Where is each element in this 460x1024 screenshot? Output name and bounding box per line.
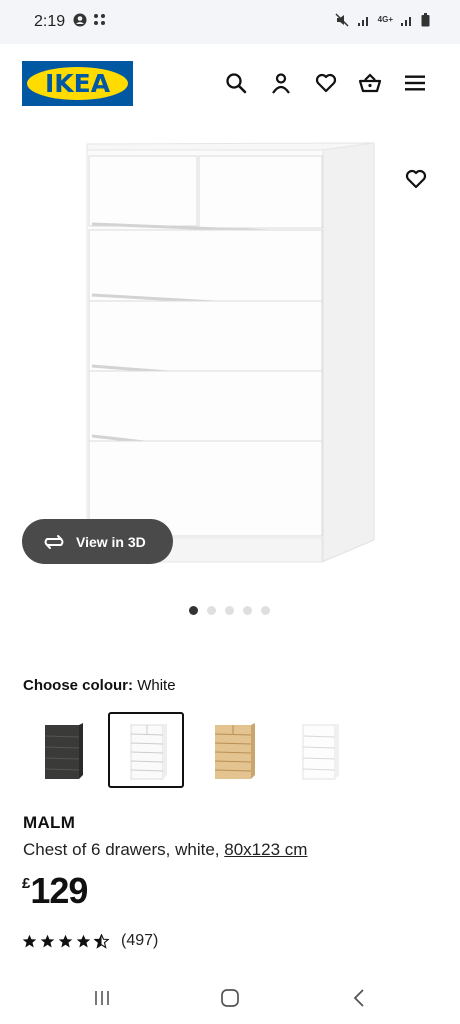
product-name: MALM [23,813,76,832]
colour-chooser-label: Choose colour: White [23,677,176,694]
selected-colour-value: White [137,677,176,694]
system-nav-bar [0,972,460,1024]
product-size-link[interactable]: 80x123 cm [224,840,307,859]
recent-apps-button[interactable] [87,986,117,1010]
save-to-favourites-button[interactable] [402,165,430,193]
account-button[interactable] [268,70,294,96]
colour-swatches [22,712,356,788]
home-icon [221,989,239,1007]
rating-stars [22,933,109,949]
view-in-3d-label: View in 3D [76,533,146,550]
status-bar: 2:19 4G+ [0,0,460,44]
rotate-3d-icon [44,534,64,549]
view-in-3d-button[interactable]: View in 3D [22,519,173,564]
star-icon [40,934,55,947]
colour-option-white[interactable] [108,712,184,788]
black-brown-drawer-thumbnail [44,723,83,779]
pagination-dot[interactable] [243,606,252,615]
logo-text: IKEA [44,69,111,98]
product-rating[interactable]: (497) [22,932,158,950]
basket-button[interactable] [357,70,383,96]
colour-option-black-brown[interactable] [22,712,98,788]
oak-drawer-thumbnail [214,723,255,779]
product-gallery[interactable]: View in 3D [0,120,460,590]
menu-button[interactable] [402,70,428,96]
status-time: 2:19 [34,13,66,30]
account-icon [272,73,290,94]
product-price: £ 129 [22,870,88,912]
recent-apps-icon [95,991,109,1005]
basket-icon [358,73,382,93]
price-amount: 129 [30,870,88,911]
pagination-dot[interactable] [261,606,270,615]
network-type: 4G+ [377,15,393,24]
signal-icon [401,16,411,26]
product-description-text: Chest of 6 drawers, white, [23,840,220,859]
menu-icon [405,75,425,91]
search-icon [226,73,247,94]
star-icon [76,934,91,947]
white-drawer-thumbnail [130,723,167,780]
site-header: IKEA [0,44,460,120]
star-icon [58,934,73,947]
heart-icon [405,169,427,189]
colour-option-high-gloss-white[interactable] [280,712,356,788]
gallery-pagination [189,606,270,615]
heart-icon [315,73,337,93]
battery-icon [421,13,430,27]
ikea-logo[interactable]: IKEA [22,61,133,106]
price-currency: £ [22,875,31,892]
product-description: Chest of 6 drawers, white, 80x123 cm [23,840,307,860]
half-star-icon [94,933,109,949]
favourites-button[interactable] [313,70,339,96]
grid-notification-icon [94,14,105,25]
choose-colour-label: Choose colour: [23,677,134,694]
star-icon [22,934,37,947]
pagination-dot[interactable] [189,606,198,615]
mute-vibrate-icon [335,13,349,27]
pagination-dot[interactable] [207,606,216,615]
account-circle-icon [73,13,87,27]
review-count: (497) [121,932,159,949]
back-icon [353,989,364,1007]
colour-option-oak-veneer[interactable] [194,712,270,788]
back-button[interactable] [344,986,374,1010]
search-button[interactable] [223,70,249,96]
home-button[interactable] [215,986,245,1010]
pagination-dot[interactable] [225,606,234,615]
gloss-white-drawer-thumbnail [302,723,339,780]
signal-icon [357,16,368,26]
